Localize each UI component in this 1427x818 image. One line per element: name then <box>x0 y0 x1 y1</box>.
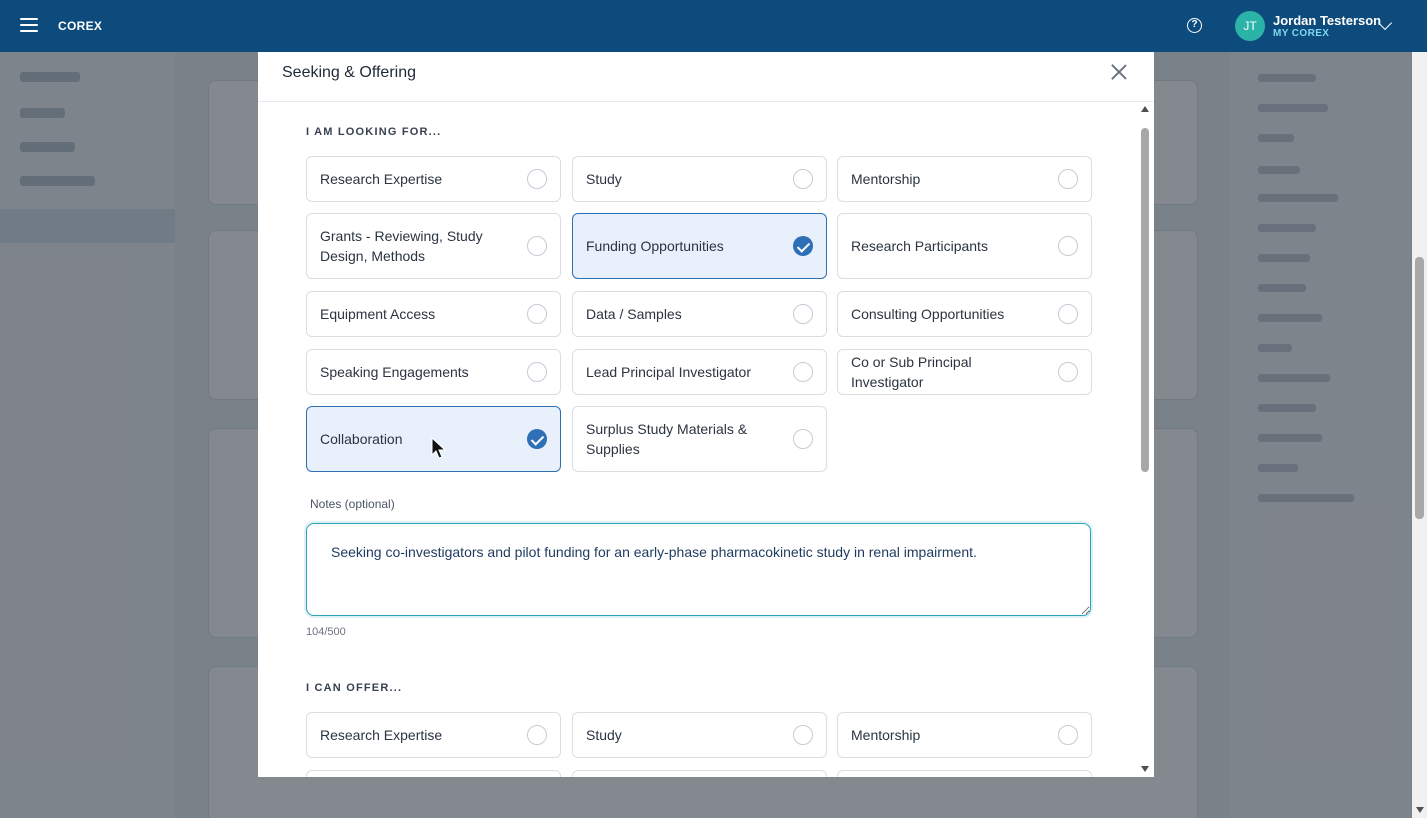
help-icon[interactable]: ? <box>1187 18 1202 33</box>
option-label: Study <box>586 171 622 187</box>
offering-option-research-expertise[interactable]: Research Expertise <box>306 712 561 758</box>
modal-title: Seeking & Offering <box>282 64 417 81</box>
option-label: Funding Opportunities <box>586 238 724 254</box>
seeking-option-grants-reviewing-study-design-methods[interactable]: Grants - Reviewing, Study Design, Method… <box>306 213 561 279</box>
offering-section-label: I CAN OFFER... <box>306 682 403 694</box>
seeking-option-consulting-opportunities[interactable]: Consulting Opportunities <box>837 291 1092 337</box>
option-label: Research Participants <box>851 238 988 254</box>
modal-scrollbar[interactable] <box>1141 104 1153 777</box>
radio-circle-icon[interactable] <box>793 169 813 189</box>
close-icon[interactable] <box>1109 62 1129 82</box>
radio-circle-icon[interactable] <box>793 429 813 449</box>
radio-circle-icon[interactable] <box>793 725 813 745</box>
checked-circle-icon[interactable] <box>793 236 813 256</box>
seeking-section-label: I AM LOOKING FOR... <box>306 126 442 138</box>
seeking-option-co-or-sub-principal-investigator[interactable]: Co or Sub Principal Investigator <box>837 349 1092 395</box>
option-label: Mentorship <box>851 727 921 743</box>
option-label: Study <box>586 727 622 743</box>
option-label: Lead Principal Investigator <box>586 364 751 380</box>
notes-textarea[interactable] <box>306 523 1091 616</box>
seeking-option-surplus-study-materials-supplies[interactable]: Surplus Study Materials & Supplies <box>572 406 827 472</box>
radio-circle-icon[interactable] <box>793 304 813 324</box>
offering-option-study[interactable]: Study <box>572 712 827 758</box>
seeking-option-lead-principal-investigator[interactable]: Lead Principal Investigator <box>572 349 827 395</box>
option-label: Mentorship <box>851 171 921 187</box>
page-scrollbar[interactable] <box>1412 52 1427 818</box>
seeking-option-mentorship[interactable]: Mentorship <box>837 156 1092 202</box>
user-subtitle: MY COREX <box>1273 28 1330 39</box>
radio-circle-icon[interactable] <box>527 169 547 189</box>
user-name[interactable]: Jordan Testerson <box>1273 13 1381 28</box>
radio-circle-icon[interactable] <box>1058 169 1078 189</box>
seeking-option-equipment-access[interactable]: Equipment Access <box>306 291 561 337</box>
hamburger-menu-icon[interactable] <box>20 18 38 32</box>
option-label: Surplus Study Materials & Supplies <box>586 421 748 457</box>
offering-option-partial[interactable] <box>306 770 561 777</box>
radio-circle-icon[interactable] <box>1058 304 1078 324</box>
option-label: Speaking Engagements <box>320 364 469 380</box>
seeking-option-data-samples[interactable]: Data / Samples <box>572 291 827 337</box>
option-label: Equipment Access <box>320 306 436 322</box>
radio-circle-icon[interactable] <box>1058 725 1078 745</box>
top-bar: COREX ? JT Jordan Testerson MY COREX <box>0 0 1427 52</box>
seeking-option-research-participants[interactable]: Research Participants <box>837 213 1092 279</box>
seeking-option-speaking-engagements[interactable]: Speaking Engagements <box>306 349 561 395</box>
notes-character-counter: 104/500 <box>306 626 346 638</box>
radio-circle-icon[interactable] <box>527 725 547 745</box>
seeking-offering-modal: Seeking & Offering I AM LOOKING FOR... R… <box>258 52 1154 777</box>
option-label: Research Expertise <box>320 727 443 743</box>
offering-option-partial[interactable] <box>837 770 1092 777</box>
brand-logo[interactable]: COREX <box>58 19 102 33</box>
checked-circle-icon[interactable] <box>527 429 547 449</box>
seeking-option-research-expertise[interactable]: Research Expertise <box>306 156 561 202</box>
radio-circle-icon[interactable] <box>527 236 547 256</box>
seeking-option-study[interactable]: Study <box>572 156 827 202</box>
option-label: Co or Sub Principal Investigator <box>851 354 972 390</box>
option-label: Consulting Opportunities <box>851 306 1005 322</box>
radio-circle-icon[interactable] <box>793 362 813 382</box>
option-label: Collaboration <box>320 431 403 447</box>
option-label: Grants - Reviewing, Study Design, Method… <box>320 228 483 264</box>
radio-circle-icon[interactable] <box>527 304 547 324</box>
offering-option-partial[interactable] <box>572 770 827 777</box>
radio-circle-icon[interactable] <box>527 362 547 382</box>
mouse-cursor-icon <box>431 437 447 459</box>
option-label: Research Expertise <box>320 171 443 187</box>
radio-circle-icon[interactable] <box>1058 236 1078 256</box>
modal-header: Seeking & Offering <box>258 52 1154 102</box>
radio-circle-icon[interactable] <box>1058 362 1078 382</box>
option-label: Data / Samples <box>586 306 682 322</box>
offering-option-mentorship[interactable]: Mentorship <box>837 712 1092 758</box>
notes-label: Notes (optional) <box>310 497 395 511</box>
avatar[interactable]: JT <box>1235 11 1265 41</box>
seeking-option-funding-opportunities[interactable]: Funding Opportunities <box>572 213 827 279</box>
